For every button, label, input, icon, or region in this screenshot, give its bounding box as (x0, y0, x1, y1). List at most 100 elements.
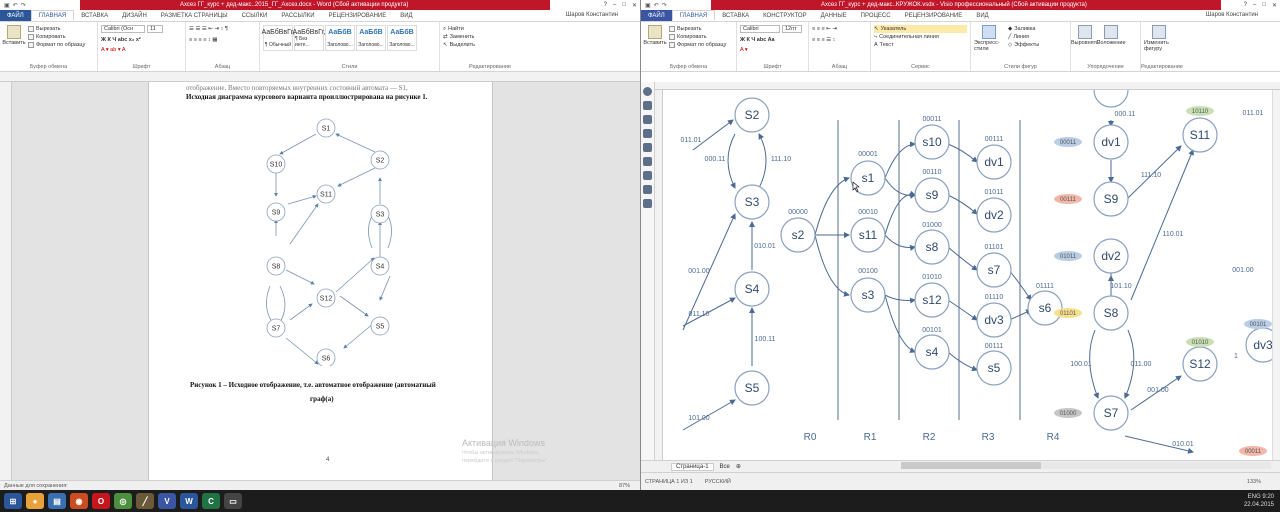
style-heading-3[interactable]: АаБбВ Заголово... (387, 25, 417, 51)
tab-mailings[interactable]: РАССЫЛКИ (274, 10, 321, 21)
tab-file[interactable]: ФАЙЛ (641, 10, 672, 21)
tab-review[interactable]: РЕЦЕНЗИРОВАНИЕ (322, 10, 394, 21)
pointer-tool-button[interactable]: ↖ Указатель (874, 25, 967, 33)
word-vertical-ruler[interactable] (0, 82, 12, 480)
minimize-icon[interactable]: – (613, 2, 616, 9)
tab-data[interactable]: ДАННЫЕ (814, 10, 854, 21)
word-icon[interactable]: W (180, 493, 198, 509)
chrome-icon[interactable]: ◎ (114, 493, 132, 509)
tab-view[interactable]: ВИД (969, 10, 995, 21)
add-page-icon[interactable]: ⊕ (736, 463, 741, 470)
diagram-state[interactable] (1093, 90, 1129, 108)
align-buttons[interactable]: ≡ ≡ ≡ ⇤ ⇥ (812, 25, 867, 33)
keyboard-language[interactable]: ENG (1248, 494, 1261, 500)
select-button[interactable]: ↖ Выделить (443, 41, 537, 49)
close-icon[interactable]: ✕ (1272, 2, 1277, 9)
text-tool-button[interactable]: A Текст (874, 41, 967, 49)
font-name-select[interactable]: Calibri (740, 25, 780, 33)
scroll-thumb[interactable] (901, 462, 1041, 469)
replace-button[interactable]: ⇄ Заменить (443, 33, 537, 41)
arrow-shape-icon[interactable] (643, 101, 652, 110)
list-buttons[interactable]: ☰ ☰ ☰ ⇤ ⇥ ↕ ¶ (189, 25, 256, 33)
bracket-shape-icon[interactable] (643, 115, 652, 124)
tab-home[interactable]: ГЛАВНАЯ (671, 10, 716, 21)
word-horizontal-ruler[interactable] (0, 72, 640, 82)
save-icon[interactable]: ▣ (645, 2, 651, 9)
divide-shape-icon[interactable] (643, 171, 652, 180)
line-button[interactable]: ╱ Линия (1008, 33, 1039, 41)
fill-button[interactable]: ◆ Заливка (1008, 25, 1039, 33)
word-user-name[interactable]: Шаров Константин (566, 12, 618, 18)
tab-insert[interactable]: ВСТАВКА (715, 10, 756, 21)
zoom-level[interactable]: 87% (619, 483, 630, 489)
copy-button[interactable]: Копировать (28, 33, 85, 41)
tab-layout[interactable]: РАЗМЕТКА СТРАНИЦЫ (154, 10, 235, 21)
font-color-row[interactable]: A ▾ ab ▾ A (101, 46, 182, 54)
word-quick-access[interactable]: ▣ ↶ ↷ (0, 2, 26, 9)
equals-shape-icon[interactable] (643, 185, 652, 194)
horizontal-scrollbar[interactable] (901, 462, 1271, 469)
language-status[interactable]: РУССКИЙ (705, 479, 731, 485)
style-no-spacing[interactable]: АаБбВвГг, ¶ Без инте... (292, 25, 326, 51)
align-buttons[interactable]: ≡ ≡ ≡ ≡ ↕ ▦ (189, 36, 256, 44)
cut-button[interactable]: Вырезать (669, 25, 726, 33)
cross-shape-icon[interactable] (643, 157, 652, 166)
cut-button[interactable]: Вырезать (28, 25, 85, 33)
tab-home[interactable]: ГЛАВНАЯ (30, 10, 75, 21)
style-normal[interactable]: АаБбВвГг, ¶ Обычный (261, 25, 295, 51)
tab-review[interactable]: РЕЦЕНЗИРОВАНИЕ (898, 10, 970, 21)
font-format-row[interactable]: Ж К Ч abc Aa (740, 36, 805, 44)
visio-icon[interactable]: V (158, 493, 176, 509)
tab-design[interactable]: ДИЗАЙН (115, 10, 154, 21)
tab-insert[interactable]: ВСТАВКА (74, 10, 115, 21)
undo-icon[interactable]: ↶ (654, 2, 659, 9)
media-icon[interactable]: ▭ (224, 493, 242, 509)
visio-drawing-canvas[interactable]: S2 S3 S4 S5 s2 s1 s11 s3 s10 s9 s8 s12 s… (663, 90, 1273, 460)
effects-button[interactable]: ◇ Эффекты (1008, 41, 1039, 49)
tab-references[interactable]: ССЫЛКИ (235, 10, 275, 21)
change-shape-button[interactable]: Изменить фигуру (1144, 25, 1174, 52)
app-icon[interactable]: ● (26, 493, 44, 509)
start-icon[interactable]: ⊞ (4, 493, 22, 509)
circle-shape-icon[interactable] (643, 87, 652, 96)
find-button[interactable]: ⌕ Найти (443, 25, 537, 33)
style-heading-1[interactable]: АаБбВ Заголово... (325, 25, 355, 51)
font-color-row[interactable]: A ▾ (740, 46, 805, 54)
tab-file[interactable]: ФАЙЛ (0, 10, 31, 21)
zoom-level[interactable]: 133% (1247, 479, 1261, 485)
font-size-select[interactable]: 12пт (782, 25, 802, 33)
tab-design[interactable]: КОНСТРУКТОР (756, 10, 813, 21)
paste-button[interactable]: Вставить (643, 25, 667, 49)
copy-button[interactable]: Копировать (669, 33, 726, 41)
word-document-area[interactable]: отображение. Вместо повторяемых внутренн… (0, 82, 640, 480)
system-tray[interactable]: ENG 9:20 22.04.2015 (1244, 493, 1274, 509)
redo-icon[interactable]: ↷ (21, 2, 26, 9)
opera-icon[interactable]: O (92, 493, 110, 509)
paste-button[interactable]: Вставить (2, 25, 26, 49)
not-equal-shape-icon[interactable] (643, 199, 652, 208)
excel-icon[interactable]: C (202, 493, 220, 509)
undo-icon[interactable]: ↶ (13, 2, 18, 9)
visio-quick-access[interactable]: ▣ ↶ ↷ (641, 2, 667, 9)
redo-icon[interactable]: ↷ (662, 2, 667, 9)
font-name-select[interactable]: Calibri (Осн (101, 25, 145, 33)
format-painter-button[interactable]: Формат по образцу (669, 41, 726, 49)
visio-vertical-ruler[interactable] (655, 90, 663, 460)
maximize-icon[interactable]: □ (1262, 2, 1266, 9)
maximize-icon[interactable]: □ (622, 2, 626, 9)
page-status[interactable]: СТРАНИЦА 1 ИЗ 1 (645, 479, 693, 485)
visio-user-name[interactable]: Шаров Константин (1206, 12, 1258, 18)
close-icon[interactable]: ✕ (632, 2, 637, 9)
format-painter-button[interactable]: Формат по образцу (28, 41, 85, 49)
font-size-select[interactable]: 11 (147, 25, 163, 33)
style-heading-2[interactable]: АаБбВ Заголово... (356, 25, 386, 51)
tab-view[interactable]: ВИД (393, 10, 419, 21)
save-icon[interactable]: ▣ (4, 2, 10, 9)
list-buttons[interactable]: ≡ ≡ ≡ ☰ ↕ (812, 36, 867, 44)
connector-tool-button[interactable]: ⤷ Соединительная линия (874, 33, 967, 41)
tool-icon[interactable]: ╱ (136, 493, 154, 509)
minimize-icon[interactable]: – (1253, 2, 1256, 9)
help-icon[interactable]: ? (604, 2, 607, 9)
page-tab[interactable]: Страница-1 (671, 462, 714, 471)
plus-shape-icon[interactable] (643, 129, 652, 138)
